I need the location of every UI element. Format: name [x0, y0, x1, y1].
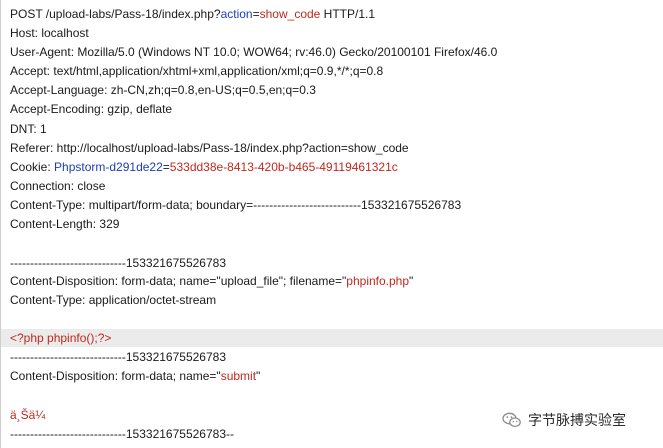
- part-disposition-file: Content-Disposition: form-data; name="up…: [10, 274, 414, 288]
- part-disposition-submit: Content-Disposition: form-data; name="su…: [10, 369, 261, 383]
- upload-filename: phpinfo.php: [346, 274, 410, 288]
- submit-field-name: submit: [220, 369, 257, 383]
- php-payload-line: <?php phpinfo();?>: [1, 329, 663, 347]
- header-content-type: Content-Type: multipart/form-data; bound…: [10, 198, 462, 212]
- php-payload: <?php phpinfo();?>: [10, 331, 112, 345]
- header-referer: Referer: http://localhost/upload-labs/Pa…: [10, 141, 409, 155]
- watermark-text: 字节脉搏实验室: [528, 413, 626, 429]
- header-accept-encoding: Accept-Encoding: gzip, deflate: [10, 102, 173, 116]
- header-content-length: Content-Length: 329: [10, 217, 120, 231]
- part-content-type: Content-Type: application/octet-stream: [10, 293, 217, 307]
- multipart-boundary: -----------------------------15332167552…: [10, 256, 226, 270]
- header-cookie: Cookie: Phpstorm-d291de22=533dd38e-8413-…: [10, 160, 398, 174]
- wechat-icon: [502, 412, 522, 428]
- header-user-agent: User-Agent: Mozilla/5.0 (Windows NT 10.0…: [10, 45, 498, 59]
- query-param-value: show_code: [259, 7, 321, 21]
- cookie-value: 533dd38e-8413-420b-b465-49119461321c: [169, 160, 398, 174]
- multipart-boundary: -----------------------------15332167552…: [10, 350, 226, 364]
- header-host: Host: localhost: [10, 26, 89, 40]
- header-connection: Connection: close: [10, 179, 106, 193]
- watermark: 字节脉搏实验室: [502, 410, 626, 430]
- header-accept-language: Accept-Language: zh-CN,zh;q=0.8,en-US;q=…: [10, 83, 316, 97]
- header-dnt: DNT: 1: [10, 122, 47, 136]
- request-line: POST /upload-labs/Pass-18/index.php?acti…: [10, 7, 376, 21]
- http-request-editor[interactable]: POST /upload-labs/Pass-18/index.php?acti…: [0, 0, 663, 448]
- cookie-name: Phpstorm-d291de22: [54, 160, 163, 174]
- submit-value: ä¸Šä¼: [10, 408, 46, 422]
- query-param-name: action: [220, 7, 253, 21]
- header-accept: Accept: text/html,application/xhtml+xml,…: [10, 64, 384, 78]
